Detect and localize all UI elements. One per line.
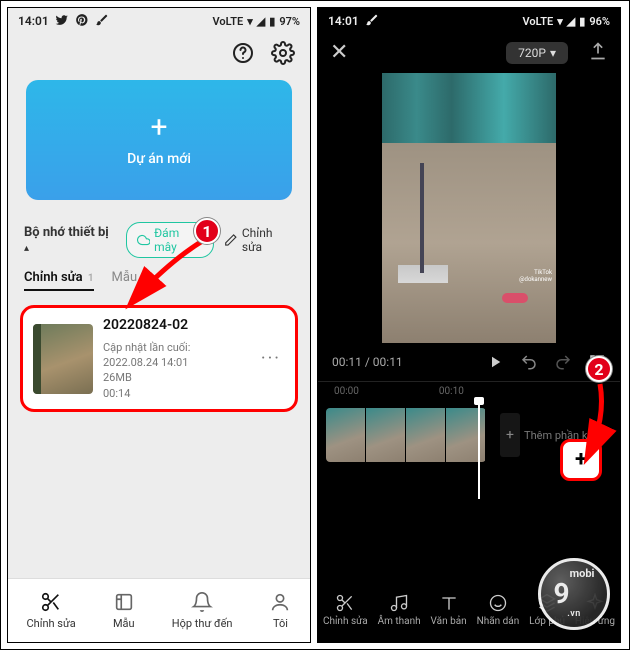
battery-icon: ▮ xyxy=(579,15,585,28)
status-time: 14:01 xyxy=(328,14,359,28)
nav-templates[interactable]: Mẫu xyxy=(113,591,135,630)
annotation-badge-1: 1 xyxy=(192,216,222,246)
project-duration: 00:14 xyxy=(103,386,247,401)
export-icon[interactable] xyxy=(588,41,608,65)
tool-text[interactable]: Văn bản xyxy=(431,593,467,627)
preview-object xyxy=(502,293,528,303)
storage-row: Bộ nhớ thiết bị ▴ Đám mây Chỉnh sửa xyxy=(8,220,310,270)
nav-me[interactable]: Tôi xyxy=(269,591,291,630)
pencil-icon xyxy=(224,233,238,247)
video-clip[interactable] xyxy=(326,408,486,462)
play-button[interactable] xyxy=(486,353,504,371)
annotation-badge-2: 2 xyxy=(584,354,614,384)
playback-time: 00:11 / 00:11 xyxy=(332,355,403,369)
gear-icon[interactable] xyxy=(270,40,296,66)
playback-controls: 00:11 / 00:11 xyxy=(318,343,620,381)
bottom-nav: Chỉnh sửa Mẫu Hộp thư đến Tôi xyxy=(8,578,310,642)
status-battery: 96% xyxy=(589,15,610,28)
status-time: 14:01 xyxy=(18,14,49,28)
brush-icon xyxy=(365,13,379,30)
brush-icon xyxy=(95,13,109,30)
signal-icon: ◢ xyxy=(257,15,265,28)
project-size: 26MB xyxy=(103,370,247,385)
plus-icon: + xyxy=(575,449,587,471)
edit-link[interactable]: Chỉnh sửa xyxy=(224,226,294,254)
add-media-button[interactable]: + xyxy=(560,439,602,481)
chevron-down-icon: ▾ xyxy=(550,46,556,60)
plus-icon: + xyxy=(500,413,520,457)
video-preview[interactable]: TikTok @dokannew xyxy=(382,73,556,343)
tool-edit[interactable]: Chỉnh sửa xyxy=(323,593,368,627)
screenshot-right: 14:01 VoLTE ▾ ◢ ▮ 96% ✕ 720P ▾ xyxy=(317,7,621,643)
tiktok-watermark: TikTok @dokannew xyxy=(519,269,552,283)
nav-inbox[interactable]: Hộp thư đến xyxy=(172,591,233,630)
status-bar: 14:01 VoLTE ▾ ◢ ▮ 96% xyxy=(318,8,620,34)
resolution-selector[interactable]: 720P ▾ xyxy=(506,42,568,64)
status-battery: 97% xyxy=(279,15,300,28)
wifi-icon: ▾ xyxy=(557,15,563,28)
text-icon xyxy=(439,593,459,613)
pinterest-icon xyxy=(75,13,89,30)
status-net: VoLTE xyxy=(522,15,553,28)
editor-topbar: ✕ 720P ▾ xyxy=(318,34,620,73)
playhead[interactable] xyxy=(478,399,480,499)
new-project-button[interactable]: + Dự án mới xyxy=(26,80,292,200)
timeline-ruler: 00:00 00:10 xyxy=(318,381,620,399)
music-icon xyxy=(389,593,409,613)
battery-icon: ▮ xyxy=(269,15,275,28)
tab-templates[interactable]: Mẫu 0 xyxy=(112,270,148,291)
user-icon xyxy=(269,591,291,613)
project-tabs: Chỉnh sửa 1 Mẫu 0 xyxy=(8,270,310,301)
screenshot-left: 14:01 VoLTE ▾ ◢ ▮ 97% xyxy=(7,7,311,643)
new-project-label: Dự án mới xyxy=(127,151,191,167)
twitter-icon xyxy=(55,13,69,30)
cloud-icon xyxy=(137,233,151,247)
bell-icon xyxy=(191,591,213,613)
site-watermark: 9 mobi .vn xyxy=(538,558,610,630)
smile-icon xyxy=(488,593,508,613)
close-icon[interactable]: ✕ xyxy=(330,40,348,65)
timeline[interactable]: + Thêm phần kết + xyxy=(318,399,620,519)
tool-sticker[interactable]: Nhãn dán xyxy=(477,593,520,627)
tab-edits[interactable]: Chỉnh sửa 1 xyxy=(24,270,94,291)
template-icon xyxy=(113,591,135,613)
project-options[interactable]: ··· xyxy=(257,348,285,369)
scissors-icon xyxy=(335,593,355,613)
project-info: 20220824-02 Cập nhật lần cuối: 2022.08.2… xyxy=(103,316,247,401)
project-title: 20220824-02 xyxy=(103,316,247,336)
signal-icon: ◢ xyxy=(567,15,575,28)
redo-button[interactable] xyxy=(554,353,572,371)
plus-icon: + xyxy=(150,113,167,143)
nav-edit[interactable]: Chỉnh sửa xyxy=(27,591,76,630)
storage-selector[interactable]: Bộ nhớ thiết bị ▴ xyxy=(24,225,116,255)
project-thumbnail xyxy=(33,324,93,394)
preview-mop xyxy=(398,193,448,283)
preview-bg-top xyxy=(382,73,556,143)
tool-audio[interactable]: Âm thanh xyxy=(378,593,421,627)
status-net: VoLTE xyxy=(212,15,243,28)
help-icon[interactable] xyxy=(230,40,256,66)
project-card[interactable]: 20220824-02 Cập nhật lần cuối: 2022.08.2… xyxy=(20,305,298,412)
wifi-icon: ▾ xyxy=(247,15,253,28)
undo-button[interactable] xyxy=(520,353,538,371)
top-actions xyxy=(8,34,310,76)
chevron-up-icon: ▴ xyxy=(24,243,29,254)
project-updated: Cập nhật lần cuối: 2022.08.24 14:01 xyxy=(103,340,247,371)
scissors-icon xyxy=(40,591,62,613)
status-bar: 14:01 VoLTE ▾ ◢ ▮ 97% xyxy=(8,8,310,34)
